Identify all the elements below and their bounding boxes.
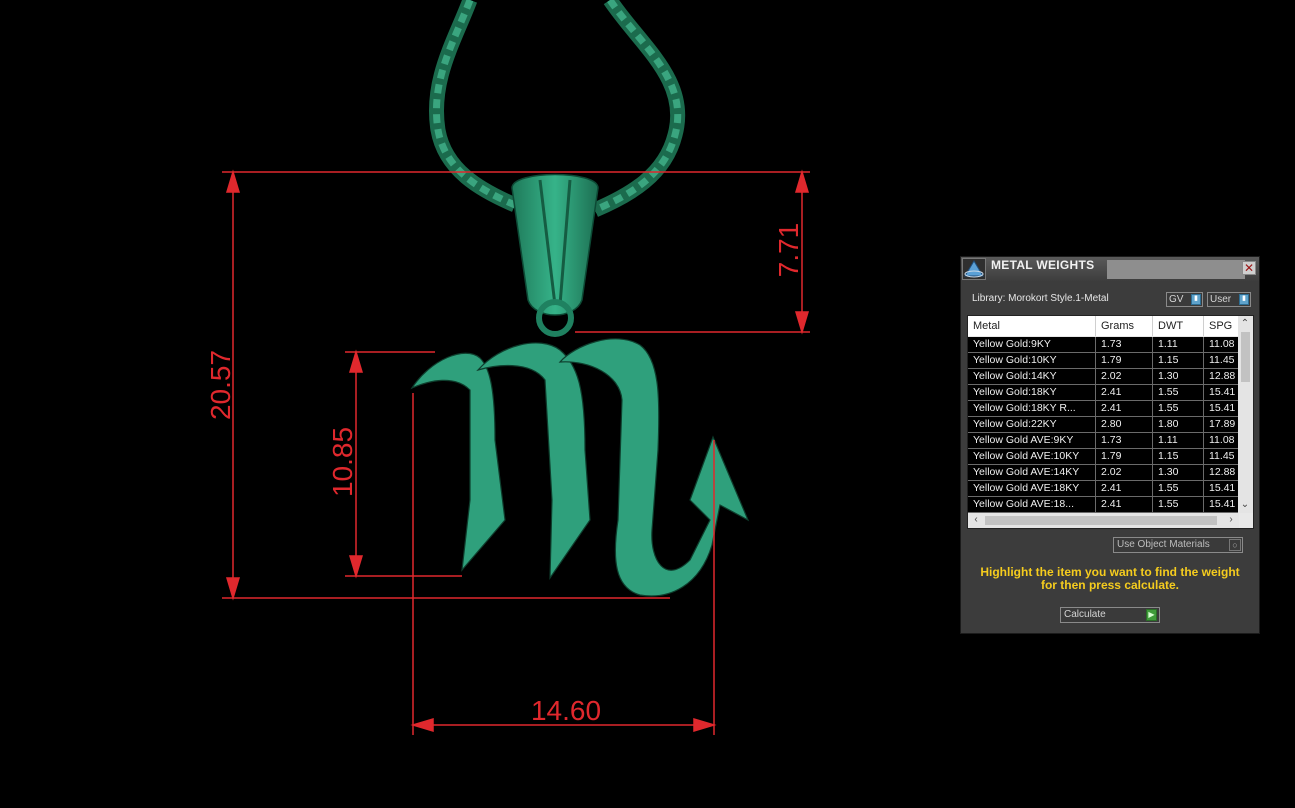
column-header-metal[interactable]: Metal	[968, 316, 1096, 336]
library-label: Library: Morokort Style.1-Metal	[972, 293, 1109, 304]
metal-cell: Yellow Gold AVE:14KY	[968, 465, 1096, 480]
grams-cell: 2.41	[1096, 401, 1153, 416]
app-logo-icon	[962, 258, 986, 280]
horizontal-scroll-thumb[interactable]	[985, 516, 1217, 525]
metal-cell: Yellow Gold:22KY	[968, 417, 1096, 432]
scroll-left-icon[interactable]: ‹	[969, 513, 983, 527]
table-row[interactable]: Yellow Gold AVE:14KY 2.02 1.30 12.88	[968, 465, 1244, 481]
table-row[interactable]: Yellow Gold:22KY 2.80 1.80 17.89	[968, 417, 1244, 433]
metal-weights-table[interactable]: Metal Grams DWT SPG Yellow Gold:9KY 1.73 1…	[967, 315, 1254, 529]
metal-cell: Yellow Gold:9KY	[968, 337, 1096, 352]
calculate-button[interactable]: Calculate ▶	[1060, 607, 1160, 623]
instruction-text: Highlight the item you want to find the …	[971, 566, 1249, 592]
close-icon[interactable]: ✕	[1242, 261, 1256, 275]
table-row[interactable]: Yellow Gold AVE:9KY 1.73 1.11 11.08	[968, 433, 1244, 449]
table-row[interactable]: Yellow Gold AVE:18... 2.41 1.55 15.41	[968, 497, 1244, 513]
horizontal-scrollbar[interactable]: ‹ ›	[968, 513, 1239, 528]
grams-cell: 1.73	[1096, 337, 1153, 352]
titlebar-band	[1107, 260, 1245, 279]
grams-cell: 2.02	[1096, 465, 1153, 480]
play-icon: ▶	[1146, 609, 1157, 621]
dwt-cell: 1.30	[1153, 465, 1204, 480]
grams-cell: 2.41	[1096, 481, 1153, 496]
metal-cell: Yellow Gold AVE:9KY	[968, 433, 1096, 448]
dwt-cell: 1.55	[1153, 481, 1204, 496]
panel-title: METAL WEIGHTS	[991, 258, 1095, 272]
metal-cell: Yellow Gold:18KY	[968, 385, 1096, 400]
table-row[interactable]: Yellow Gold:10KY 1.79 1.15 11.45	[968, 353, 1244, 369]
dimension-bail-height: 7.71	[773, 223, 804, 278]
user-toggle-label: User	[1210, 294, 1232, 305]
table-row[interactable]: Yellow Gold:9KY 1.73 1.11 11.08	[968, 337, 1244, 353]
grams-cell: 1.73	[1096, 433, 1153, 448]
grams-cell: 1.79	[1096, 353, 1153, 368]
metal-cell: Yellow Gold:14KY	[968, 369, 1096, 384]
scorpio-pendant	[410, 338, 750, 597]
toggle-knob-icon: ▮	[1239, 294, 1249, 305]
use-object-materials-toggle[interactable]: Use Object Materials ○	[1113, 537, 1243, 553]
grams-cell: 2.41	[1096, 385, 1153, 400]
grams-cell: 2.02	[1096, 369, 1153, 384]
dwt-cell: 1.15	[1153, 353, 1204, 368]
metal-weights-panel: METAL WEIGHTS ✕ Library: Morokort Style.…	[960, 256, 1260, 634]
grams-cell: 1.79	[1096, 449, 1153, 464]
table-row[interactable]: Yellow Gold AVE:18KY 2.41 1.55 15.41	[968, 481, 1244, 497]
calculate-label: Calculate	[1064, 609, 1106, 620]
scroll-down-icon[interactable]: ⌄	[1238, 498, 1252, 512]
scroll-right-icon[interactable]: ›	[1224, 513, 1238, 527]
dimension-total-height: 20.57	[205, 350, 236, 420]
bail	[511, 173, 599, 337]
metal-cell: Yellow Gold:10KY	[968, 353, 1096, 368]
grams-cell: 2.80	[1096, 417, 1153, 432]
dwt-cell: 1.80	[1153, 417, 1204, 432]
dwt-cell: 1.55	[1153, 497, 1204, 512]
metal-cell: Yellow Gold AVE:18...	[968, 497, 1096, 512]
table-row[interactable]: Yellow Gold:18KY R... 2.41 1.55 15.41	[968, 401, 1244, 417]
dwt-cell: 1.30	[1153, 369, 1204, 384]
table-row[interactable]: Yellow Gold:14KY 2.02 1.30 12.88	[968, 369, 1244, 385]
dwt-cell: 1.15	[1153, 449, 1204, 464]
column-header-grams[interactable]: Grams	[1096, 316, 1153, 336]
dimension-glyph-height: 10.85	[327, 427, 358, 497]
table-header: Metal Grams DWT SPG	[968, 316, 1244, 336]
dwt-cell: 1.11	[1153, 337, 1204, 352]
column-header-dwt[interactable]: DWT	[1153, 316, 1204, 336]
metal-cell: Yellow Gold:18KY R...	[968, 401, 1096, 416]
table-row[interactable]: Yellow Gold AVE:10KY 1.79 1.15 11.45	[968, 449, 1244, 465]
gv-toggle[interactable]: GV ▮	[1166, 292, 1203, 307]
metal-cell: Yellow Gold AVE:10KY	[968, 449, 1096, 464]
dwt-cell: 1.11	[1153, 433, 1204, 448]
gv-toggle-label: GV	[1169, 294, 1184, 305]
metal-cell: Yellow Gold AVE:18KY	[968, 481, 1096, 496]
scroll-up-icon[interactable]: ⌃	[1238, 317, 1252, 331]
panel-titlebar[interactable]: METAL WEIGHTS ✕	[961, 257, 1259, 281]
grams-cell: 2.41	[1096, 497, 1153, 512]
radio-icon: ○	[1229, 539, 1241, 551]
table-body: Yellow Gold:9KY 1.73 1.11 11.08 Yellow Gold:…	[968, 337, 1244, 513]
user-toggle[interactable]: User ▮	[1207, 292, 1251, 307]
vertical-scrollbar[interactable]: ⌃ ⌄	[1238, 316, 1253, 513]
dwt-cell: 1.55	[1153, 401, 1204, 416]
dimension-lines	[222, 169, 810, 735]
use-object-materials-label: Use Object Materials	[1117, 539, 1210, 550]
table-row[interactable]: Yellow Gold:18KY 2.41 1.55 15.41	[968, 385, 1244, 401]
instruction-line-2: for then press calculate.	[1040, 578, 1180, 592]
dimension-width: 14.60	[531, 695, 601, 726]
toggle-knob-icon: ▮	[1191, 294, 1201, 305]
dwt-cell: 1.55	[1153, 385, 1204, 400]
vertical-scroll-thumb[interactable]	[1241, 332, 1250, 382]
